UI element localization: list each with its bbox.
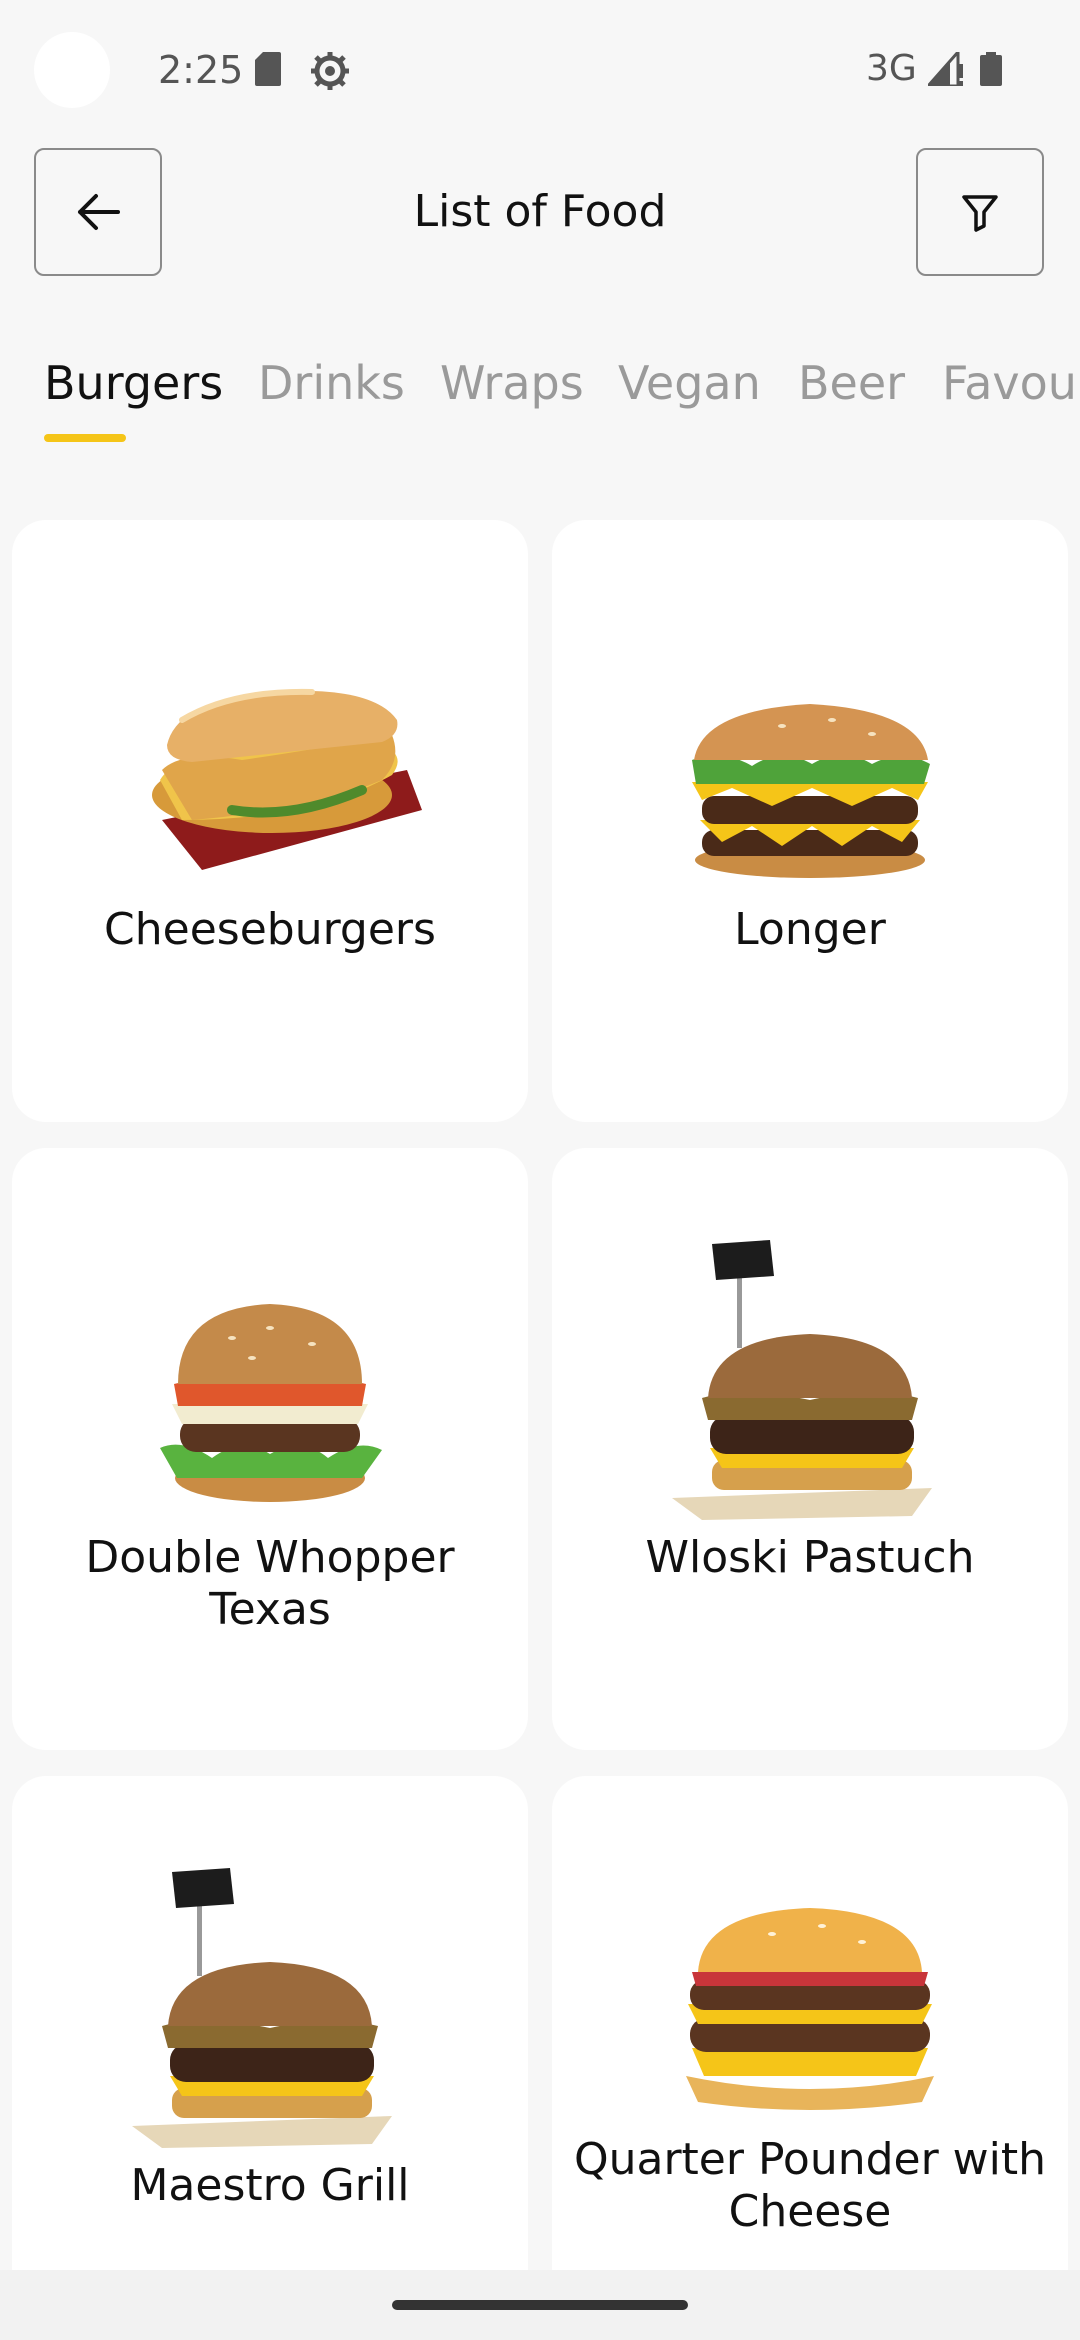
settings-icon — [311, 52, 349, 90]
food-card[interactable]: Longer — [552, 520, 1068, 1122]
tab-beer[interactable]: Beer — [798, 356, 905, 410]
flag-burger-image — [132, 1868, 392, 2148]
food-card[interactable]: Double Whopper Texas — [12, 1148, 528, 1750]
food-card[interactable]: Maestro Grill — [12, 1776, 528, 2340]
home-gesture-handle[interactable] — [392, 2300, 688, 2310]
food-name: Quarter Pounder with Cheese — [573, 2134, 1047, 2237]
tab-burgers[interactable]: Burgers — [44, 356, 223, 410]
food-card[interactable]: Wloski Pastuch — [552, 1148, 1068, 1750]
double-cheeseburger-image — [686, 1908, 934, 2110]
status-time: 2:25 — [158, 48, 244, 92]
category-tabs: Burgers Drinks Wraps Vegan Beer Favou — [0, 356, 1080, 446]
sd-card-icon — [255, 52, 281, 86]
food-name: Double Whopper Texas — [85, 1532, 455, 1635]
flag-burger-image — [672, 1240, 932, 1520]
tab-favourites[interactable]: Favou — [942, 356, 1077, 410]
food-card[interactable]: Quarter Pounder with Cheese — [552, 1776, 1068, 2340]
signal-icon — [928, 52, 963, 86]
filter-icon — [962, 195, 998, 232]
battery-icon — [980, 52, 1002, 86]
food-name: Maestro Grill — [130, 2160, 410, 2211]
chicken-sandwich-image — [152, 688, 422, 870]
food-list-screen: 2:25 3G List of Food Burgers Drinks Wrap… — [0, 0, 1080, 2340]
camera-cutout — [34, 32, 110, 108]
filter-button[interactable] — [916, 148, 1044, 276]
tab-vegan[interactable]: Vegan — [618, 356, 761, 410]
status-bar: 2:25 3G — [0, 0, 1080, 140]
double-cheeseburger-image — [692, 704, 930, 878]
active-tab-indicator — [44, 434, 126, 442]
tab-wraps[interactable]: Wraps — [440, 356, 584, 410]
network-type: 3G — [866, 48, 917, 89]
tab-drinks[interactable]: Drinks — [258, 356, 405, 410]
whopper-image — [160, 1304, 382, 1502]
food-name: Cheeseburgers — [104, 904, 436, 955]
food-card[interactable]: Cheeseburgers — [12, 520, 528, 1122]
food-name: Wloski Pastuch — [645, 1532, 975, 1583]
food-name: Longer — [734, 904, 886, 955]
